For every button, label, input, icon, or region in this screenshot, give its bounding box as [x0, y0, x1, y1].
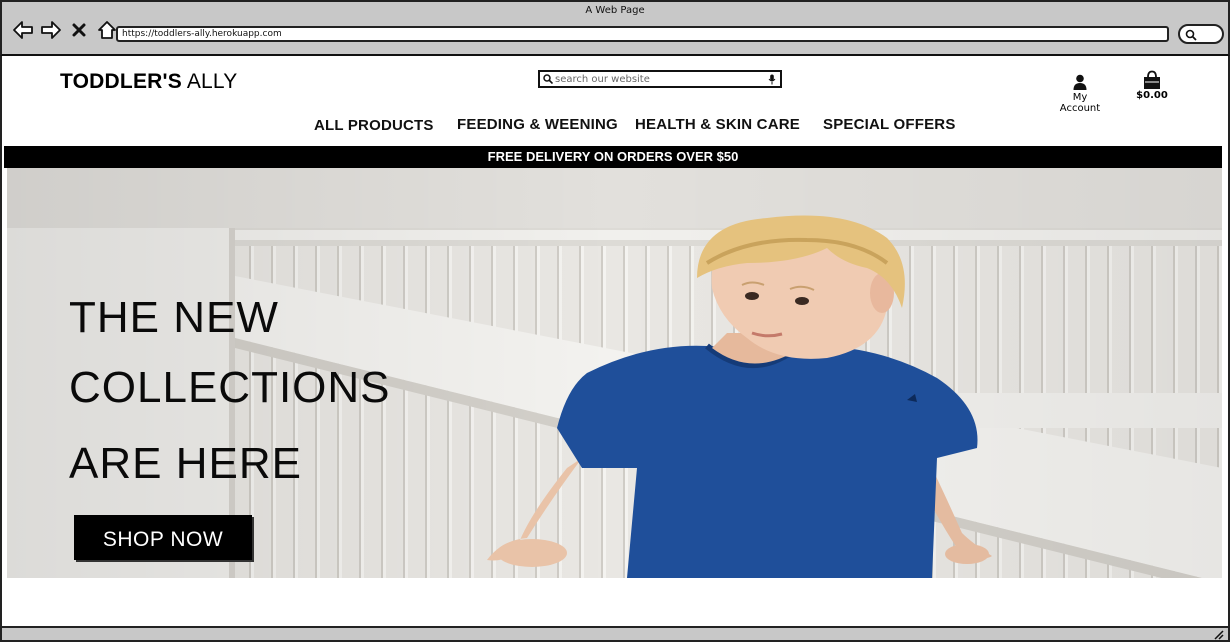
logo-bold-text: TODDLER'S	[60, 70, 182, 93]
microphone-icon[interactable]	[768, 74, 776, 85]
free-delivery-banner: FREE DELIVERY ON ORDERS OVER $50	[4, 146, 1222, 168]
browser-nav-icons	[12, 19, 118, 41]
site-search-box[interactable]	[538, 70, 782, 88]
browser-chrome: A Web Page https://toddlers-ally.herokua…	[0, 0, 1230, 56]
my-account-label: My Account	[1059, 92, 1101, 114]
nav-feeding-weening[interactable]: FEEDING & WEENING	[457, 116, 618, 133]
back-arrow-icon[interactable]	[12, 19, 34, 41]
cart-link[interactable]: $0.00	[1136, 70, 1168, 101]
my-account-link[interactable]: My Account	[1052, 74, 1108, 114]
main-navigation: ALL PRODUCTS FEEDING & WEENING HEALTH & …	[2, 114, 1228, 136]
shop-now-button[interactable]: SHOP NOW	[74, 515, 252, 560]
shopping-bag-icon	[1144, 70, 1160, 89]
logo-light-text: ALLY	[186, 70, 238, 93]
nav-all-products[interactable]: ALL PRODUCTS	[314, 117, 434, 134]
search-icon	[1185, 29, 1197, 41]
nav-special-offers[interactable]: SPECIAL OFFERS	[823, 116, 956, 133]
url-bar[interactable]: https://toddlers-ally.herokuapp.com	[116, 26, 1169, 42]
search-icon	[543, 74, 553, 84]
web-page: TODDLER'S ALLY My Account $0.00 ALL PROD…	[0, 56, 1230, 626]
nav-health-skin-care[interactable]: HEALTH & SKIN CARE	[635, 116, 800, 133]
browser-search-button[interactable]	[1178, 24, 1224, 44]
hero-line-2: COLLECTIONS	[69, 363, 391, 412]
home-icon[interactable]	[96, 19, 118, 41]
site-logo[interactable]: TODDLER'S ALLY	[60, 70, 237, 94]
hero-line-3: ARE HERE	[69, 439, 302, 488]
hero-line-1: THE NEW	[69, 293, 279, 342]
window-title: A Web Page	[585, 5, 645, 16]
hero-headline: THE NEW COLLECTIONS ARE HERE	[69, 283, 391, 499]
browser-status-bar	[0, 626, 1230, 642]
site-search-input[interactable]	[555, 72, 765, 86]
hero-section: THE NEW COLLECTIONS ARE HERE SHOP NOW	[7, 168, 1222, 578]
resize-handle-icon[interactable]	[1214, 630, 1224, 640]
cart-total: $0.00	[1136, 90, 1168, 101]
forward-arrow-icon[interactable]	[40, 19, 62, 41]
user-icon	[1073, 74, 1087, 90]
close-icon[interactable]	[68, 19, 90, 41]
